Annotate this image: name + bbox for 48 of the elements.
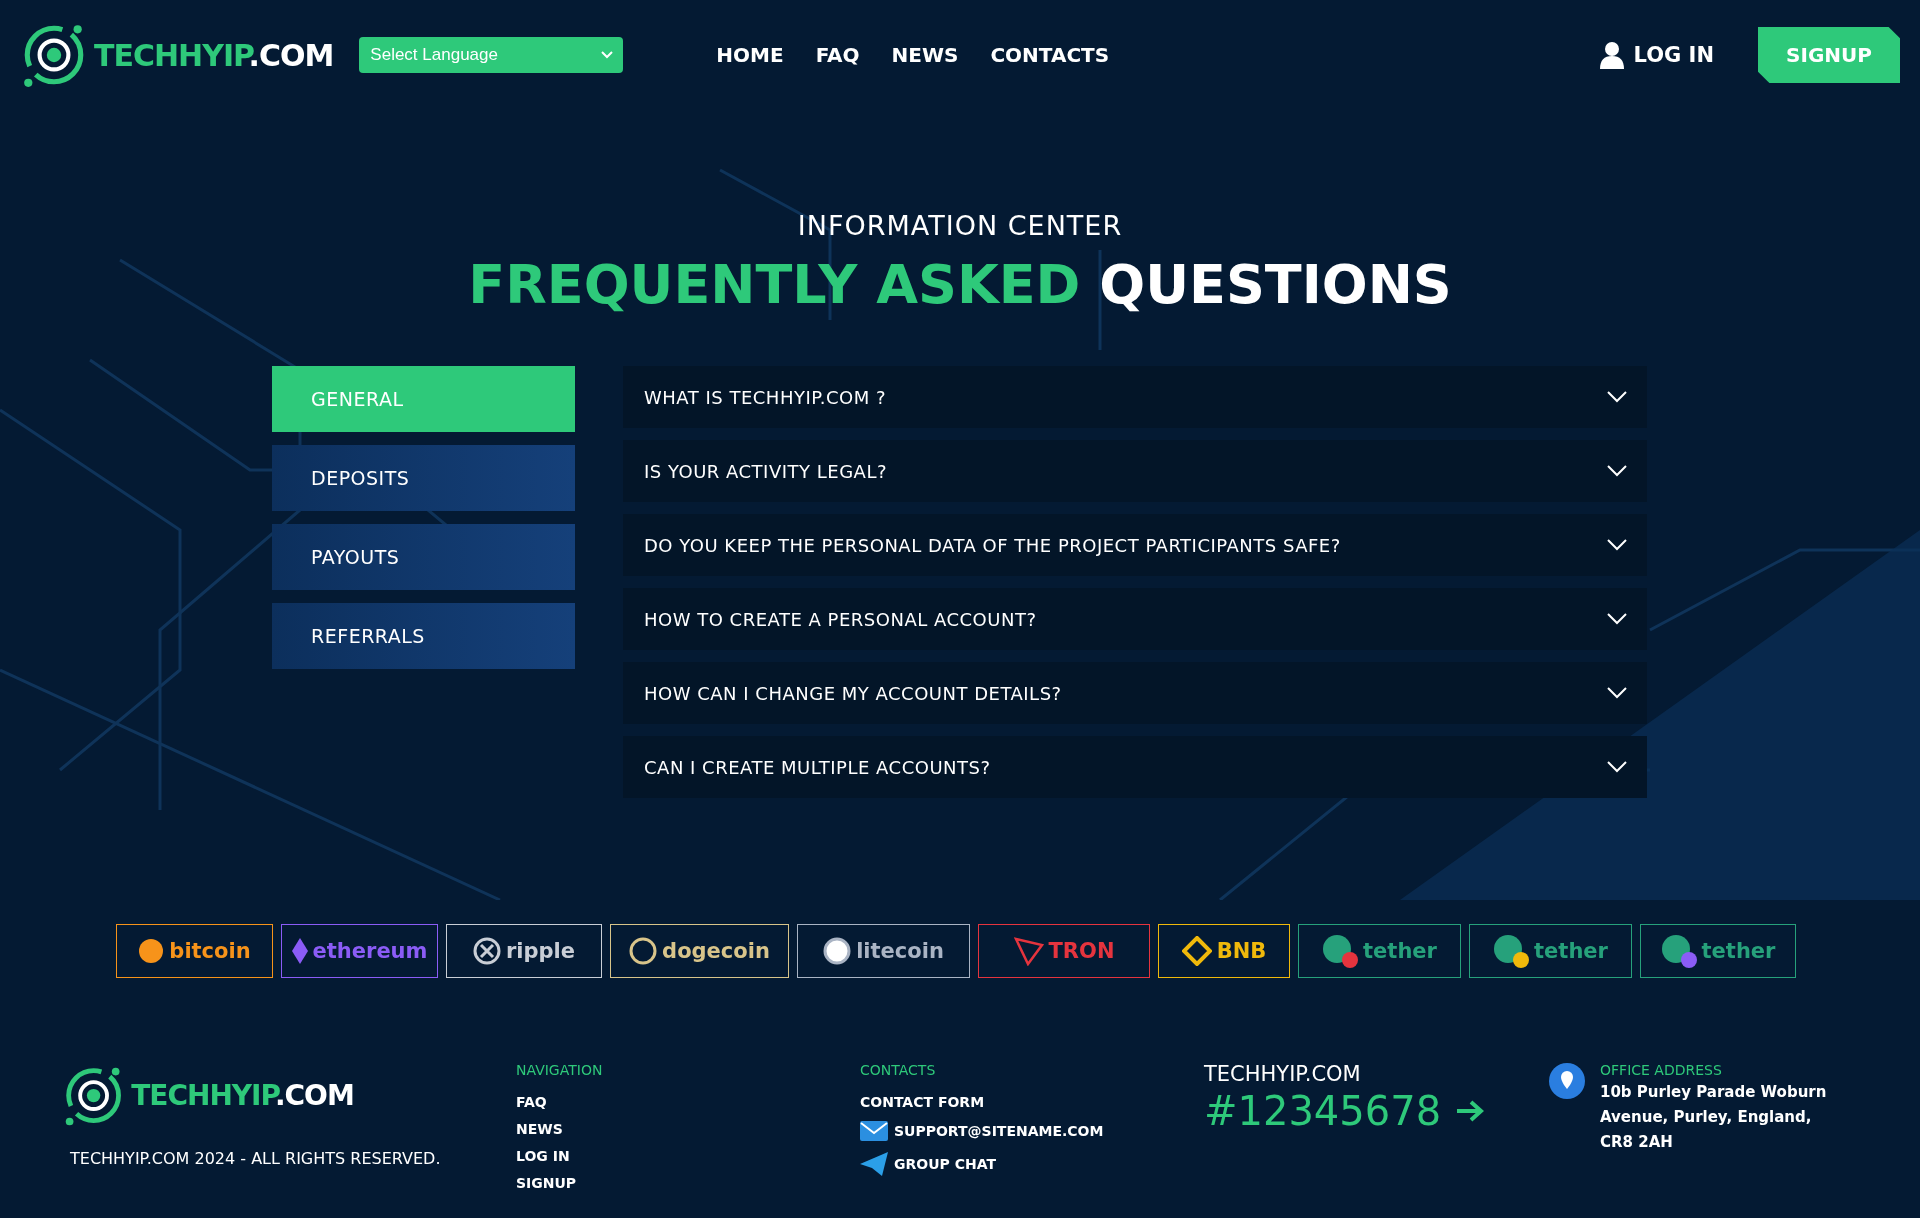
nav-link[interactable]: CONTACTS xyxy=(990,43,1110,67)
payment-name: BNB xyxy=(1216,939,1267,963)
email-link[interactable]: SUPPORT@SITENAME.COM xyxy=(894,1123,1104,1139)
category-tab[interactable]: PAYOUTS xyxy=(272,524,575,590)
company-name: TECHHYIP.COM xyxy=(1204,1062,1362,1086)
footer-link[interactable]: FAQ xyxy=(516,1094,860,1110)
payment-name: TRON xyxy=(1048,939,1115,963)
company-number: #12345678 xyxy=(1204,1088,1442,1134)
footer-link[interactable]: SIGNUP xyxy=(516,1175,860,1191)
office-address: 10b Purley Parade Woburn Avenue, Purley, England, CR8 2AH xyxy=(1600,1082,1828,1153)
category-tab[interactable]: REFERRALS xyxy=(272,603,575,669)
payment-name: ripple xyxy=(505,939,576,963)
logo-text: TECHHYIP.COM xyxy=(131,1079,354,1113)
faq-question: IS YOUR ACTIVITY LEGAL? xyxy=(644,460,887,482)
footer-link[interactable]: CONTACT FORM xyxy=(860,1094,1204,1110)
nav-link[interactable]: NEWS xyxy=(891,43,959,67)
faq-item[interactable]: HOW CAN I CHANGE MY ACCOUNT DETAILS? xyxy=(623,662,1647,724)
payment-name: tether xyxy=(1701,939,1776,963)
payment-name: tether xyxy=(1363,939,1437,963)
category-tab[interactable]: DEPOSITS xyxy=(272,445,575,511)
faq-item[interactable]: DO YOU KEEP THE PERSONAL DATA OF THE PROJECT PARTICIPANTS SAFE? xyxy=(623,514,1647,576)
faq-question: WHAT IS TECHHYIP.COM ? xyxy=(644,386,887,408)
column-title: OFFICE ADDRESS xyxy=(1600,1062,1723,1078)
faq-question: DO YOU KEEP THE PERSONAL DATA OF THE PROJECT PARTICIPANTS SAFE? xyxy=(644,534,1341,556)
login-link[interactable]: LOG IN xyxy=(1599,41,1714,69)
section-eyebrow: INFORMATION CENTER xyxy=(797,210,1123,241)
payment-name: bitcoin xyxy=(169,939,251,963)
payment-name: tether xyxy=(1534,939,1608,963)
copyright-text: TECHHYIP.COM 2024 - ALL RIGHTS RESERVED. xyxy=(70,1149,442,1169)
column-title: CONTACTS xyxy=(860,1062,937,1078)
payment-name: litecoin xyxy=(856,939,944,963)
page-title: FREQUENTLY ASKED QUESTIONS xyxy=(468,253,1452,316)
faq-item[interactable]: CAN I CREATE MULTIPLE ACCOUNTS? xyxy=(623,736,1647,798)
nav-link[interactable]: FAQ xyxy=(815,43,860,67)
faq-question: HOW CAN I CHANGE MY ACCOUNT DETAILS? xyxy=(644,682,1062,704)
faq-item[interactable]: IS YOUR ACTIVITY LEGAL? xyxy=(623,440,1647,502)
nav-link[interactable]: HOME xyxy=(716,43,784,67)
faq-item[interactable]: HOW TO CREATE A PERSONAL ACCOUNT? xyxy=(623,588,1647,650)
logo-text: TECHHYIP.COM xyxy=(94,37,334,73)
payment-name: dogecoin xyxy=(662,939,770,963)
faq-question: HOW TO CREATE A PERSONAL ACCOUNT? xyxy=(644,608,1037,630)
chat-link[interactable]: GROUP CHAT xyxy=(894,1156,996,1172)
column-title: NAVIGATION xyxy=(516,1062,604,1078)
faq-item[interactable]: WHAT IS TECHHYIP.COM ? xyxy=(623,366,1647,428)
faq-question: CAN I CREATE MULTIPLE ACCOUNTS? xyxy=(644,756,991,778)
footer-link[interactable]: NEWS xyxy=(516,1121,860,1137)
footer-link[interactable]: LOG IN xyxy=(516,1148,860,1164)
payment-name: ethereum xyxy=(312,939,428,963)
